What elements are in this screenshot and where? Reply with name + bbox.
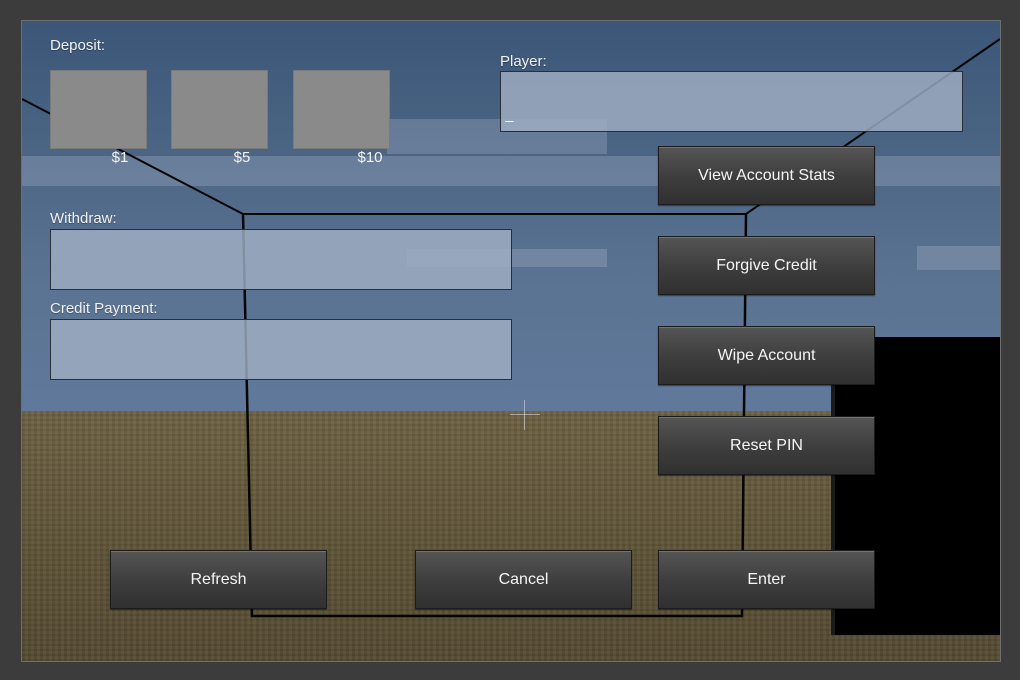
deposit-caption-5: $5 (233, 149, 251, 166)
withdraw-label: Withdraw: (50, 210, 117, 227)
crosshair-icon (510, 400, 540, 430)
deposit-caption-1: $1 (111, 149, 129, 166)
player-input[interactable] (500, 71, 963, 132)
credit-payment-label: Credit Payment: (50, 300, 158, 317)
wipe-account-button[interactable]: Wipe Account (658, 326, 875, 385)
deposit-caption-10: $10 (357, 149, 383, 166)
deposit-slot-1[interactable] (50, 70, 147, 149)
refresh-button[interactable]: Refresh (110, 550, 327, 609)
forgive-credit-button[interactable]: Forgive Credit (658, 236, 875, 295)
reset-pin-button[interactable]: Reset PIN (658, 416, 875, 475)
view-account-stats-button[interactable]: View Account Stats (658, 146, 875, 205)
withdraw-input[interactable] (50, 229, 512, 290)
player-label: Player: (500, 53, 547, 70)
cancel-button[interactable]: Cancel (415, 550, 632, 609)
deposit-slot-5[interactable] (171, 70, 268, 149)
credit-payment-input[interactable] (50, 319, 512, 380)
enter-button[interactable]: Enter (658, 550, 875, 609)
deposit-slot-10[interactable] (293, 70, 390, 149)
deposit-label: Deposit: (50, 37, 106, 54)
